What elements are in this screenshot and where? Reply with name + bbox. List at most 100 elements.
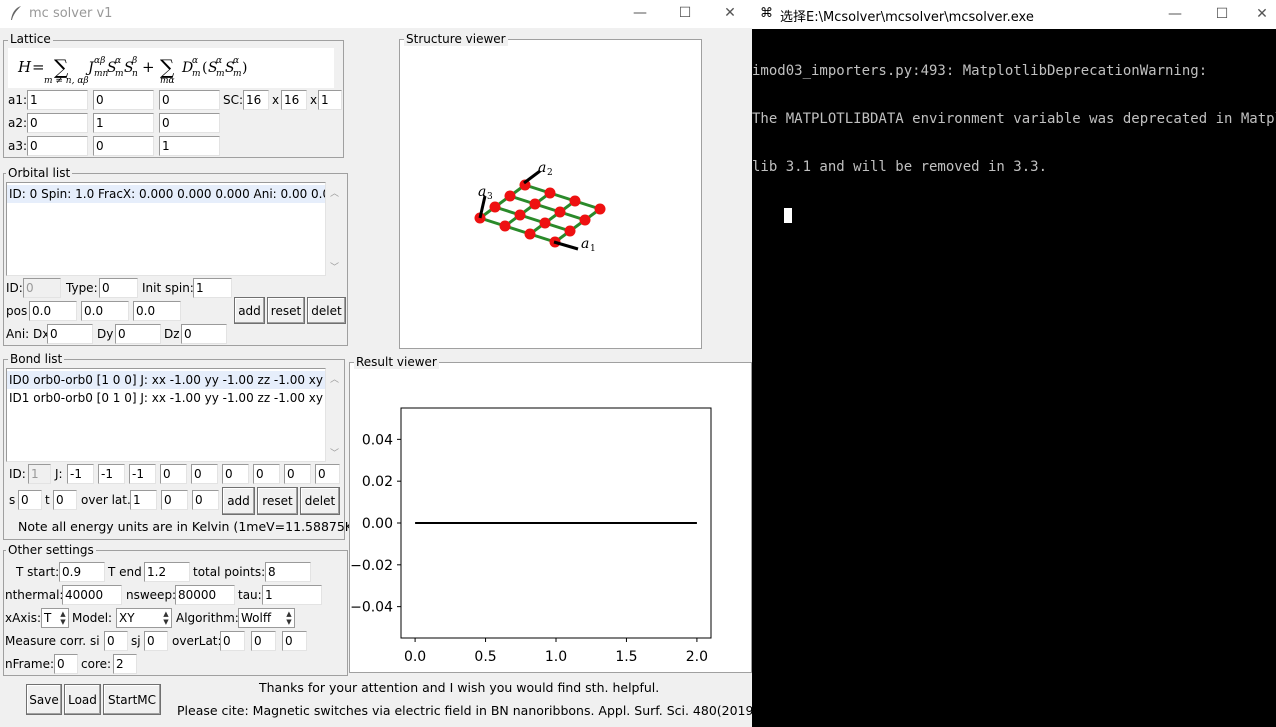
close-button[interactable]: ✕ [715,1,745,25]
bond-scrollbar[interactable]: ︿ ﹀ [326,368,343,462]
orbital-add-button[interactable]: add [234,297,265,324]
result-canvas[interactable]: 0.0 0.5 1.0 1.5 2.0 0.04 0.02 0.00 −0.02 −0.04 [350,372,750,672]
t-start-input[interactable]: 0.9 [59,562,105,582]
bond-overlat-label: over lat. [81,493,131,507]
total-points-input[interactable]: 8 [265,562,311,582]
sc-y-input[interactable]: 16 [281,90,307,110]
nthermal-input[interactable]: 40000 [62,585,122,605]
ani-dy-input[interactable]: 0 [115,324,161,344]
bond-j-input-0[interactable]: -1 [67,464,94,484]
a3-label: a3: [8,139,28,153]
sc-x-input[interactable]: 16 [243,90,269,110]
nsweep-input[interactable]: 80000 [175,585,235,605]
console-minimize-button[interactable]: — [1160,2,1190,26]
spin-arrows-icon[interactable]: ▲ ▼ [58,609,68,627]
orbital-delete-button[interactable]: delet [307,297,346,324]
bond-j-input-2[interactable]: -1 [129,464,156,484]
load-button[interactable]: Load [64,684,101,715]
maximize-button[interactable]: ☐ [670,1,700,25]
bond-add-button[interactable]: add [222,487,255,515]
spin-arrows-icon[interactable]: ▲ ▼ [161,609,171,627]
bond-t-input[interactable]: 0 [53,490,77,510]
bond-s-input[interactable]: 0 [18,490,42,510]
a3-y-input[interactable]: 0 [93,136,154,156]
bond-listbox[interactable]: ID0 orb0-orb0 [1 0 0] J: xx -1.00 yy -1.… [6,368,326,462]
svg-text:αβ: αβ [94,56,105,66]
t-end-input[interactable]: 1.2 [144,562,190,582]
app-title: mc solver v1 [29,6,113,21]
lattice-plot: a 1 a 2 a 3 [474,160,606,254]
scroll-down-icon[interactable]: ﹀ [330,446,339,459]
pos-x-input[interactable]: 0.0 [29,301,77,321]
overlat-y-input[interactable]: 0 [251,631,276,651]
svg-text:m: m [192,69,201,79]
spin-arrows-icon[interactable]: ▲ ▼ [284,609,294,627]
bond-reset-button[interactable]: reset [257,487,298,515]
console-output[interactable]: imod03_importers.py:493: MatplotlibDepre… [752,29,1276,727]
a2-y-input[interactable]: 1 [93,113,154,133]
bond-overlat-y-input[interactable]: 0 [161,490,188,510]
orbital-list-item[interactable]: ID: 0 Spin: 1.0 FracX: 0.000 0.000 0.000… [7,185,325,203]
corr-si-input[interactable]: 0 [104,631,128,651]
core-input[interactable]: 2 [113,654,137,674]
model-value: XY [119,611,135,625]
structure-canvas[interactable]: a 1 a 2 a 3 [400,48,700,348]
pos-y-input[interactable]: 0.0 [81,301,129,321]
a3-x-input[interactable]: 0 [27,136,88,156]
console-titlebar[interactable]: ⌘ 选择E:\Mcsolver\mcsolver\mcsolver.exe — … [752,0,1276,29]
console-maximize-button[interactable]: ☐ [1207,2,1237,26]
xaxis-value: T [44,611,52,625]
ani-dx-input[interactable]: 0 [47,324,93,344]
a2-z-input[interactable]: 0 [159,113,220,133]
svg-text:): ) [242,60,247,76]
a1-z-input[interactable]: 0 [159,90,220,110]
app-titlebar[interactable]: mc solver v1 — ☐ ✕ [0,0,752,28]
bond-s-label: s [9,493,16,507]
a1-axis-sub: 1 [590,244,596,254]
orbital-scrollbar[interactable]: ︿ ﹀ [326,182,343,276]
bond-overlat-x-input[interactable]: 1 [130,490,157,510]
console-close-button[interactable]: ✕ [1247,2,1276,26]
bond-j-input-6[interactable]: 0 [253,464,280,484]
minimize-button[interactable]: — [625,1,655,25]
orbital-type-input[interactable]: 0 [99,278,138,298]
overlat-x-input[interactable]: 0 [220,631,245,651]
bond-j-input-3[interactable]: 0 [160,464,187,484]
save-button[interactable]: Save [26,684,62,715]
pos-z-input[interactable]: 0.0 [133,301,181,321]
bond-list-item[interactable]: ID1 orb0-orb0 [0 1 0] J: xx -1.00 yy -1.… [7,389,325,407]
svg-text:β: β [131,56,137,66]
a1-y-input[interactable]: 0 [93,90,154,110]
model-spinbox[interactable]: XY ▲ ▼ [116,608,172,628]
orbital-reset-button[interactable]: reset [267,297,305,324]
bond-j-input-7[interactable]: 0 [284,464,311,484]
a2-x-input[interactable]: 0 [27,113,88,133]
algorithm-spinbox[interactable]: Wolff ▲ ▼ [238,608,295,628]
nframe-input[interactable]: 0 [54,654,78,674]
bond-delete-button[interactable]: delet [300,487,340,515]
scroll-up-icon[interactable]: ︿ [330,372,339,385]
a3-z-input[interactable]: 1 [159,136,220,156]
svg-text:m: m [216,69,225,79]
corr-sj-input[interactable]: 0 [144,631,168,651]
bond-j-input-1[interactable]: -1 [98,464,125,484]
bond-list-item[interactable]: ID0 orb0-orb0 [1 0 0] J: xx -1.00 yy -1.… [7,371,325,389]
bond-overlat-z-input[interactable]: 0 [192,490,219,510]
start-mc-button[interactable]: StartMC [103,684,161,715]
ani-dz-input[interactable]: 0 [181,324,227,344]
bond-j-input-4[interactable]: 0 [191,464,218,484]
scroll-down-icon[interactable]: ﹀ [330,260,339,273]
xaxis-spinbox[interactable]: T ▲ ▼ [41,608,69,628]
tau-input[interactable]: 1 [262,585,322,605]
init-spin-input[interactable]: 1 [193,278,232,298]
svg-text:α: α [216,56,222,66]
bond-j-input-8[interactable]: 0 [315,464,340,484]
corr-sj-label: sj [131,634,141,648]
scroll-up-icon[interactable]: ︿ [330,186,339,199]
a2-axis-sub: 2 [547,168,553,178]
bond-j-input-5[interactable]: 0 [222,464,249,484]
orbital-listbox[interactable]: ID: 0 Spin: 1.0 FracX: 0.000 0.000 0.000… [6,182,326,276]
sc-z-input[interactable]: 1 [318,90,342,110]
overlat-z-input[interactable]: 0 [282,631,307,651]
a1-x-input[interactable]: 1 [27,90,88,110]
